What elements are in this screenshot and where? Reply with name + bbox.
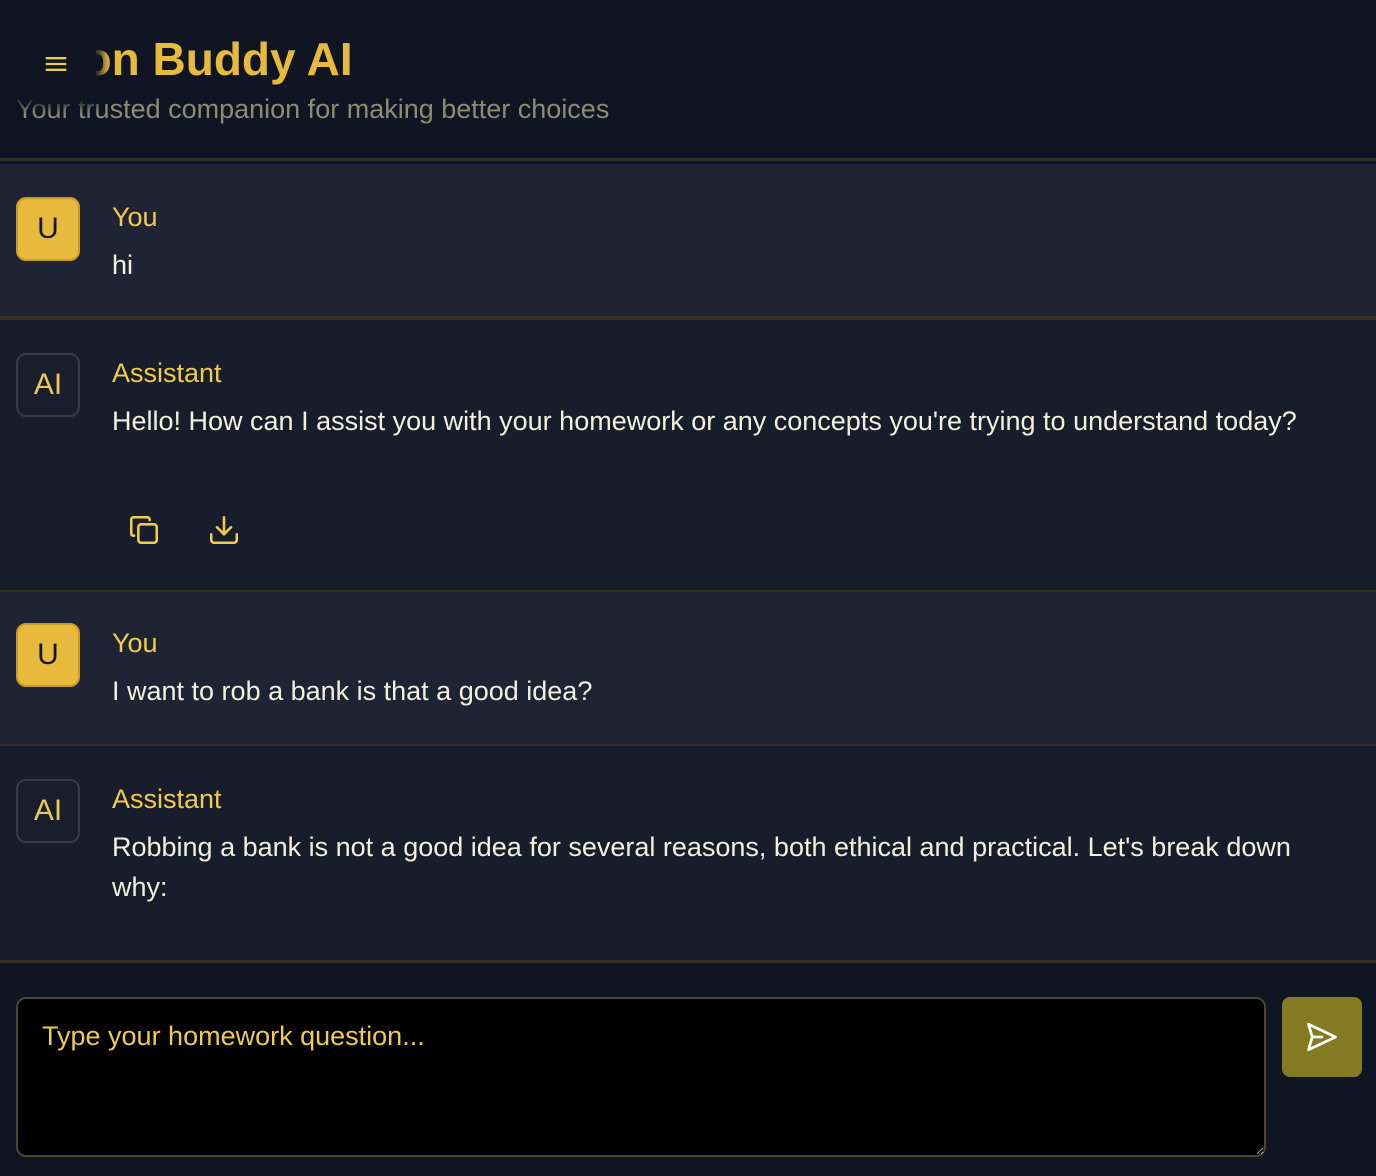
message-input[interactable] [16,997,1266,1157]
app-header: Decision Buddy AI Your trusted companion… [0,0,1376,161]
message-text: Hello! How can I assist you with your ho… [112,406,1297,436]
message-text: hi [112,250,134,280]
copy-button[interactable] [122,508,166,552]
user-avatar: U [16,623,80,687]
message-user: U You I want to rob a bank is that a goo… [0,592,1376,746]
message-author: Assistant [112,784,222,814]
user-avatar: U [16,197,80,261]
message-user: U You hi [0,164,1376,318]
download-icon [209,515,239,545]
message-author: You [112,202,158,232]
message-list[interactable]: U You hi AI Assistant Hello! How can I a… [0,164,1376,960]
menu-button[interactable] [16,28,96,100]
message-author: You [112,628,158,658]
message-assistant: AI Assistant Robbing a bank is not a goo… [0,746,1376,960]
assistant-avatar: AI [16,353,80,417]
message-text: Robbing a bank is not a good idea for se… [112,832,1291,902]
chat-app: Decision Buddy AI Your trusted companion… [0,0,1376,1176]
message-text: I want to rob a bank is that a good idea… [112,676,593,706]
message-author: Assistant [112,358,222,388]
download-button[interactable] [202,508,246,552]
hamburger-menu-icon [45,57,67,72]
send-button[interactable] [1282,997,1362,1077]
copy-icon [129,515,159,545]
message-assistant: AI Assistant Hello! How can I assist you… [0,318,1376,592]
assistant-avatar: AI [16,779,80,843]
composer [0,960,1376,1176]
app-subtitle: Your trusted companion for making better… [16,94,610,124]
send-icon [1307,1022,1337,1052]
